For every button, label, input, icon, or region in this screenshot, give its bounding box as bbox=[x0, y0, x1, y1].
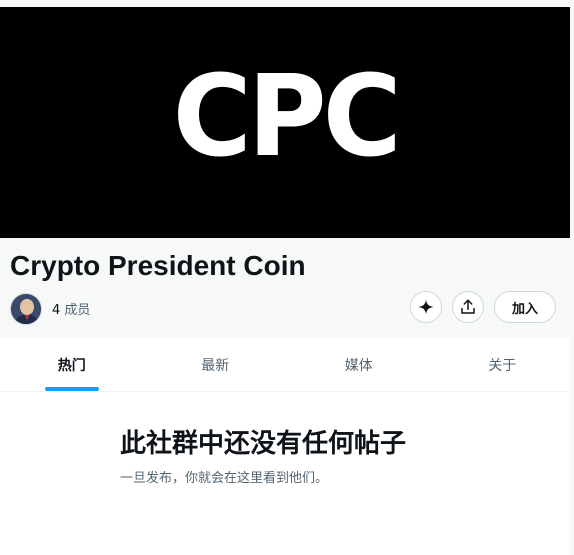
tab-latest-label: 最新 bbox=[201, 357, 230, 374]
member-avatar[interactable] bbox=[10, 293, 42, 325]
grok-sparkle-button[interactable] bbox=[410, 291, 442, 323]
top-edge bbox=[0, 0, 574, 7]
member-avatar-image bbox=[11, 294, 41, 324]
member-count-label: 成员 bbox=[64, 303, 91, 318]
tab-top-label: 热门 bbox=[57, 357, 86, 374]
tab-media[interactable]: 媒体 bbox=[287, 338, 431, 391]
right-edge bbox=[570, 7, 574, 555]
community-header: Crypto President Coin 4 成员 加入 bbox=[0, 238, 574, 338]
tab-media-label: 媒体 bbox=[344, 357, 373, 374]
tab-about-label: 关于 bbox=[488, 357, 517, 374]
share-button[interactable] bbox=[452, 291, 484, 323]
active-tab-indicator bbox=[44, 387, 99, 391]
banner-logo: CPC bbox=[172, 51, 401, 182]
community-banner: CPC bbox=[0, 7, 570, 238]
member-count-number: 4 bbox=[52, 303, 61, 318]
tab-top[interactable]: 热门 bbox=[0, 338, 144, 391]
tab-latest[interactable]: 最新 bbox=[144, 338, 288, 391]
empty-state: 此社群中还没有任何帖子 一旦发布，你就会在这里看到他们。 bbox=[120, 428, 440, 488]
member-count[interactable]: 4 成员 bbox=[52, 299, 90, 318]
join-button[interactable]: 加入 bbox=[494, 291, 556, 323]
empty-state-title: 此社群中还没有任何帖子 bbox=[120, 429, 407, 459]
empty-state-subtitle: 一旦发布，你就会在这里看到他们。 bbox=[120, 471, 329, 486]
sparkle-icon bbox=[418, 299, 434, 315]
tab-about[interactable]: 关于 bbox=[431, 338, 574, 391]
community-name: Crypto President Coin bbox=[10, 250, 306, 281]
share-icon bbox=[461, 299, 475, 314]
community-tabs: 热门 最新 媒体 关于 bbox=[0, 338, 574, 392]
